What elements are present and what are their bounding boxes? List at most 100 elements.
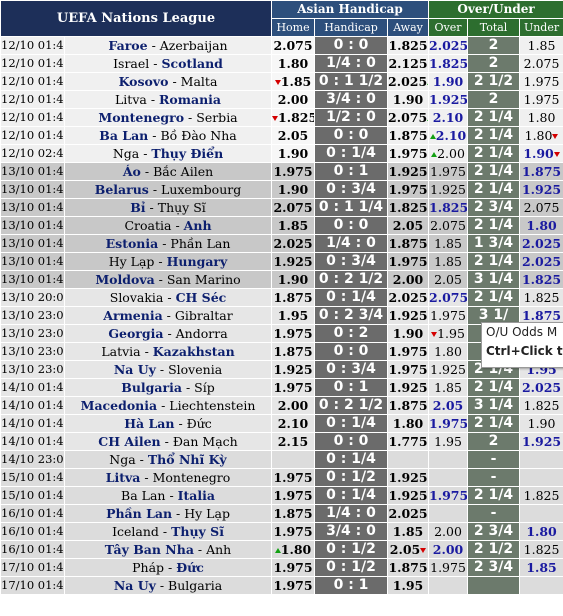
home-team[interactable]: Litva — [106, 470, 141, 485]
under-odds[interactable]: 1.90 — [519, 144, 563, 163]
under-odds[interactable]: 1.80 — [519, 522, 563, 541]
match-teams[interactable]: Phần Lan - Hy Lạp — [63, 504, 273, 523]
match-teams[interactable]: Ba Lan - Bồ Đào Nha — [63, 126, 273, 145]
over-odds[interactable]: 1.85 — [428, 234, 469, 253]
under-odds[interactable]: 1.80 — [519, 126, 563, 145]
home-odds[interactable]: 1.875 — [271, 342, 316, 361]
match-row[interactable]: 13/10 01:45 Belarus - Luxembourg 1.90 0 : 3… — [0, 180, 563, 199]
under-odds[interactable]: 1.925 — [519, 432, 563, 451]
over-odds[interactable]: 1.825 — [428, 54, 469, 73]
match-row[interactable]: 12/10 01:45 Faroe - Azerbaijan 2.075 0 : 01… — [0, 36, 563, 55]
match-row[interactable]: 15/10 01:45 Litva - Montenegro 1.975 0 : 1/… — [0, 468, 563, 487]
home-team[interactable]: Iceland — [112, 524, 159, 539]
away-odds[interactable]: 1.875 — [387, 558, 430, 577]
home-team[interactable]: Ba Lan — [121, 488, 165, 503]
match-teams[interactable]: Na Uy - Slovenia — [63, 360, 273, 379]
away-team[interactable]: Đức — [187, 416, 212, 431]
match-teams[interactable]: Montenegro - Serbia — [63, 108, 273, 127]
under-odds[interactable]: 1.85 — [519, 558, 563, 577]
over-odds[interactable]: 1.925 — [428, 360, 469, 379]
away-team[interactable]: Đức — [176, 560, 204, 575]
match-row[interactable]: 12/10 01:45 Kosovo - Malta 1.85 0 : 1 1/2 2.… — [0, 72, 563, 91]
home-odds[interactable]: 1.875 — [271, 504, 316, 523]
over-odds[interactable]: 1.975 — [428, 306, 469, 325]
home-odds[interactable]: 1.90 — [271, 144, 316, 163]
over-odds[interactable]: 2.05 — [428, 270, 469, 289]
home-odds[interactable]: 2.15 — [271, 432, 316, 451]
under-odds[interactable]: 2.075 — [519, 54, 563, 73]
match-row[interactable]: 14/10 01:45 Macedonia - Liechtenstein 2.00… — [0, 396, 563, 415]
home-team[interactable]: Montenegro — [98, 110, 184, 125]
home-team[interactable]: Armenia — [103, 308, 162, 323]
match-row[interactable]: 16/10 01:45 Iceland - Thụy Sĩ 1.975 3/4 : 0… — [0, 522, 563, 541]
away-odds[interactable]: 1.825 — [387, 36, 430, 55]
away-odds[interactable]: 1.875 — [387, 126, 430, 145]
home-odds[interactable]: 2.05 — [271, 126, 316, 145]
away-team[interactable]: Bắc Ailen — [153, 164, 213, 179]
match-row[interactable]: 12/10 01:45 Israel - Scotland 1.80 1/4 : 02… — [0, 54, 563, 73]
home-odds[interactable]: 1.85 — [271, 72, 316, 91]
away-odds[interactable]: 1.975 — [387, 252, 430, 271]
under-odds[interactable]: 1.825 — [519, 270, 563, 289]
match-row[interactable]: 13/10 01:45 Croatia - Anh 1.85 0 : 0 2.05 2.0… — [0, 216, 563, 235]
over-odds[interactable]: 1.80 — [428, 342, 469, 361]
away-team[interactable]: Montenegro — [153, 470, 231, 485]
over-odds[interactable]: 1.825 — [428, 198, 469, 217]
away-odds[interactable]: 1.90 — [387, 324, 430, 343]
match-row[interactable]: 13/10 23:00 Latvia - Kazakhstan 1.875 0 : 0… — [0, 342, 563, 361]
away-team[interactable]: Thổ Nhĩ Kỳ — [148, 452, 227, 467]
match-row[interactable]: 17/10 01:45 Na Uy - Bulgaria 1.975 0 : 1 1.9… — [0, 576, 563, 595]
away-odds[interactable]: 1.975 — [387, 180, 430, 199]
match-row[interactable]: 13/10 01:45 Estonia - Phần Lan 2.025 1/4 : … — [0, 234, 563, 253]
match-teams[interactable]: Bulgaria - Síp — [63, 378, 273, 397]
under-odds[interactable]: 1.825 — [519, 288, 563, 307]
match-row[interactable]: 13/10 23:00 Armenia - Gibraltar 1.95 0 : 2 … — [0, 306, 563, 325]
away-team[interactable]: Romania — [159, 92, 221, 107]
home-team[interactable]: Tây Ban Nha — [105, 542, 194, 557]
home-team[interactable]: Nga — [113, 146, 139, 161]
match-row[interactable]: 12/10 01:45 Litva - Romania 2.00 3/4 : 0 1.9… — [0, 90, 563, 109]
away-team[interactable]: CH Séc — [176, 290, 227, 305]
match-teams[interactable]: Macedonia - Liechtenstein — [63, 396, 273, 415]
over-odds[interactable]: 1.85 — [428, 252, 469, 271]
away-odds[interactable]: 2.125 — [387, 54, 430, 73]
under-odds[interactable]: 1.925 — [519, 180, 563, 199]
over-odds[interactable]: 1.975 — [428, 486, 469, 505]
home-odds[interactable]: 1.925 — [271, 360, 316, 379]
away-odds[interactable]: 1.925 — [387, 468, 430, 487]
match-teams[interactable]: Belarus - Luxembourg — [63, 180, 273, 199]
over-odds[interactable]: 1.975 — [428, 162, 469, 181]
home-odds[interactable]: 1.90 — [271, 180, 316, 199]
home-odds[interactable]: 1.975 — [271, 162, 316, 181]
away-odds[interactable]: 1.925 — [387, 162, 430, 181]
home-odds[interactable]: 1.975 — [271, 486, 316, 505]
away-team[interactable]: Anh — [206, 542, 231, 557]
home-team[interactable]: CH Ailen — [98, 434, 160, 449]
home-team[interactable]: Moldova — [95, 272, 154, 287]
over-odds[interactable] — [428, 576, 469, 595]
match-row[interactable]: 13/10 01:45 Áo - Bắc Ailen 1.975 0 : 1 1.925… — [0, 162, 563, 181]
away-team[interactable]: Gibraltar — [175, 308, 233, 323]
home-odds[interactable]: 1.975 — [271, 468, 316, 487]
match-teams[interactable]: Litva - Romania — [63, 90, 273, 109]
away-team[interactable]: Bồ Đào Nha — [160, 128, 236, 143]
over-odds[interactable]: 1.975 — [428, 414, 469, 433]
over-odds[interactable]: 2.00 — [428, 144, 469, 163]
match-teams[interactable]: Tây Ban Nha - Anh — [63, 540, 273, 559]
under-odds[interactable]: 1.825 — [519, 540, 563, 559]
away-odds[interactable]: 1.925 — [387, 378, 430, 397]
away-team[interactable]: Slovenia — [168, 362, 222, 377]
home-odds[interactable]: 2.00 — [271, 90, 316, 109]
under-odds[interactable]: 1.875 — [519, 162, 563, 181]
away-team[interactable]: Thụy Sĩ — [158, 200, 206, 215]
home-team[interactable]: Hy Lạp — [109, 254, 155, 269]
match-row[interactable]: 14/10 01:45 Bulgaria - Síp 1.975 0 : 1 1.925… — [0, 378, 563, 397]
away-odds[interactable]: 2.025 — [387, 504, 430, 523]
match-row[interactable]: 13/10 20:00 Slovakia - CH Séc 1.875 0 : 1/4… — [0, 288, 563, 307]
match-teams[interactable]: Estonia - Phần Lan — [63, 234, 273, 253]
home-odds[interactable]: 1.85 — [271, 216, 316, 235]
under-odds[interactable]: 1.825 — [519, 486, 563, 505]
away-odds[interactable]: 2.025 — [387, 72, 430, 91]
away-odds[interactable]: 1.975 — [387, 360, 430, 379]
away-team[interactable]: Thụy Điển — [151, 146, 223, 161]
